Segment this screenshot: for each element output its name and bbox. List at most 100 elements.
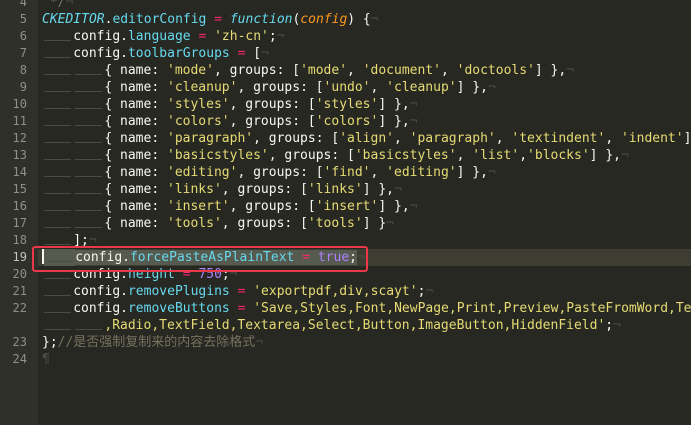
code-line-area[interactable]: config.height = 750;¬: [38, 266, 691, 283]
code-token: , groups: [: [268, 148, 355, 163]
code-token: ] },: [456, 165, 488, 180]
code-token: { name:: [104, 182, 167, 197]
code-line[interactable]: 10{ name: 'styles', groups: ['styles'] }…: [0, 96, 691, 113]
eol-marker: ¬: [261, 46, 269, 61]
eol-marker: ¬: [276, 29, 285, 44]
code-token: ;: [605, 318, 614, 333]
eol-marker: ¬: [409, 114, 418, 129]
eol-marker: ¬: [566, 63, 575, 78]
code-token: ,: [393, 131, 410, 146]
code-text: config.height = 750;¬: [42, 266, 238, 283]
code-line-area[interactable]: { name: 'colors', groups: ['colors'] },¬: [38, 113, 691, 130]
code-token: toolbarGroups: [127, 46, 230, 61]
code-token: , groups: [: [237, 165, 324, 180]
indent-guide: [42, 113, 73, 130]
code-line[interactable]: 7 config.toolbarGroups = [¬: [0, 45, 691, 62]
code-line-area[interactable]: { name: 'cleanup', groups: ['undo', 'cle…: [38, 79, 691, 96]
code-line-area[interactable]: ,Radio,TextField,Textarea,Select,Button,…: [38, 317, 691, 334]
line-number: 9: [19, 80, 27, 94]
code-line[interactable]: 13 { name: 'basicstyles', groups: ['basic…: [0, 147, 691, 164]
line-number: 8: [19, 63, 27, 77]
code-line[interactable]: 9 { name: 'cleanup', groups: ['undo', 'cl…: [0, 79, 691, 96]
code-line[interactable]: 20 config.height = 750;¬: [0, 266, 691, 283]
code-token: , groups: [: [229, 97, 316, 112]
code-line[interactable]: 18];¬: [0, 232, 691, 249]
indent-guide: [42, 130, 73, 147]
code-line-area[interactable]: */¬: [38, 0, 691, 11]
code-line-area[interactable]: config.language = 'zh-cn';¬: [38, 28, 691, 45]
code-token: removePlugins: [127, 284, 230, 299]
code-token: , groups: [: [213, 63, 301, 78]
code-line[interactable]: 5 CKEDITOR.editorConfig = function(config…: [0, 11, 691, 28]
indent-guide: [73, 79, 104, 96]
code-line[interactable]: 21 config.removePlugins = 'exportpdf,div,…: [0, 283, 691, 300]
code-line-area[interactable]: config.forcePasteAsPlainText = true;¬: [38, 249, 691, 266]
code-token: ,: [440, 63, 457, 78]
code-token: , groups: [: [229, 199, 316, 214]
code-line-area[interactable]: { name: 'insert', groups: ['insert'] },¬: [38, 198, 691, 215]
code-line[interactable]: 15{ name: 'links', groups: ['links'] },¬: [0, 181, 691, 198]
code-editor[interactable]: 4 */¬ 5 CKEDITOR.editorConfig = function(c…: [0, 0, 691, 425]
indent-guide: [42, 317, 73, 334]
code-line-area[interactable]: config.toolbarGroups = [¬: [38, 45, 691, 62]
code-line-area[interactable]: { name: 'mode', groups: ['mode', 'docume…: [38, 62, 691, 79]
code-line-area[interactable]: { name: 'links', groups: ['links'] },¬: [38, 181, 691, 198]
code-line-area[interactable]: config.removePlugins = 'exportpdf,div,sc…: [38, 283, 691, 300]
code-token: 'editing': [167, 165, 238, 180]
code-line-area[interactable]: };//是否强制复制来的内容去除格式¬: [38, 334, 691, 351]
code-line-area[interactable]: config.removeButtons = 'Save,Styles,Font…: [38, 300, 691, 317]
code-token: 'basicstyles': [354, 148, 457, 163]
code-line[interactable]: 24 ¶: [0, 351, 691, 368]
code-line-area[interactable]: ¶: [38, 351, 691, 368]
code-token: ,: [495, 131, 512, 146]
code-token: { name:: [104, 97, 167, 112]
code-token: 'textindent': [511, 131, 606, 146]
code-line[interactable]: 4 */¬: [0, 0, 691, 11]
code-token: ) {: [347, 12, 371, 27]
code-line[interactable]: 22 config.removeButtons = 'Save,Styles,Fo…: [0, 300, 691, 317]
code-token: ,: [456, 148, 473, 163]
code-token: 'editing': [386, 165, 457, 180]
code-token: [310, 250, 318, 265]
code-token: 'Save,Styles,Font,NewPage,Print,Preview,…: [253, 301, 691, 316]
eol-marker: ¬: [425, 284, 434, 299]
code-token: ] },: [362, 182, 394, 197]
line-number: 17: [12, 216, 27, 230]
code-line-area[interactable]: { name: 'tools', groups: ['tools'] }¬: [38, 215, 691, 232]
code-text: { name: 'editing', groups: ['find', 'edi…: [42, 164, 496, 181]
code-line-area[interactable]: { name: 'basicstyles', groups: ['basicst…: [38, 147, 691, 164]
code-line-area[interactable]: CKEDITOR.editorConfig = function(config)…: [38, 11, 691, 28]
code-token: =: [182, 267, 191, 282]
code-line-area[interactable]: ];¬: [38, 232, 691, 249]
code-line[interactable]: 16{ name: 'insert', groups: ['insert'] }…: [0, 198, 691, 215]
code-line[interactable]: 14{ name: 'editing', groups: ['find', 'e…: [0, 164, 691, 181]
code-line[interactable]: 23};//是否强制复制来的内容去除格式¬: [0, 334, 691, 351]
code-line-area[interactable]: { name: 'editing', groups: ['find', 'edi…: [38, 164, 691, 181]
code-line[interactable]: 11{ name: 'colors', groups: ['colors'] }…: [0, 113, 691, 130]
code-token: ,: [370, 165, 387, 180]
code-line-area[interactable]: { name: 'paragraph', groups: ['align', '…: [38, 130, 691, 147]
indent-guide: [42, 79, 73, 96]
code-token: 'mode': [300, 63, 348, 78]
indent-guide: [73, 113, 104, 130]
code-token: { name:: [104, 216, 167, 231]
indent-guide: [42, 283, 73, 300]
code-token: [294, 250, 303, 265]
code-line[interactable]: 19 config.forcePasteAsPlainText = true;¬: [0, 249, 691, 266]
code-line[interactable]: ,Radio,TextField,Textarea,Select,Button,…: [0, 317, 691, 334]
code-text: { name: 'mode', groups: ['mode', 'docume…: [42, 62, 574, 79]
code-line[interactable]: 17 { name: 'tools', groups: ['tools'] }¬: [0, 215, 691, 232]
code-token: 'cleanup': [386, 80, 457, 95]
code-line[interactable]: 6 config.language = 'zh-cn';¬: [0, 28, 691, 45]
code-token: ] },: [683, 131, 691, 146]
code-text: { name: 'paragraph', groups: ['align', '…: [42, 130, 691, 147]
code-token: { name:: [104, 63, 167, 78]
code-token: config.: [73, 267, 128, 282]
code-line[interactable]: 8 { name: 'mode', groups: ['mode', 'docum…: [0, 62, 691, 79]
code-text: { name: 'basicstyles', groups: ['basicst…: [42, 147, 629, 164]
code-line[interactable]: 12{ name: 'paragraph', groups: ['align',…: [0, 130, 691, 147]
code-line-area[interactable]: { name: 'styles', groups: ['styles'] },¬: [38, 96, 691, 113]
code-text: { name: 'cleanup', groups: ['undo', 'cle…: [42, 79, 496, 96]
